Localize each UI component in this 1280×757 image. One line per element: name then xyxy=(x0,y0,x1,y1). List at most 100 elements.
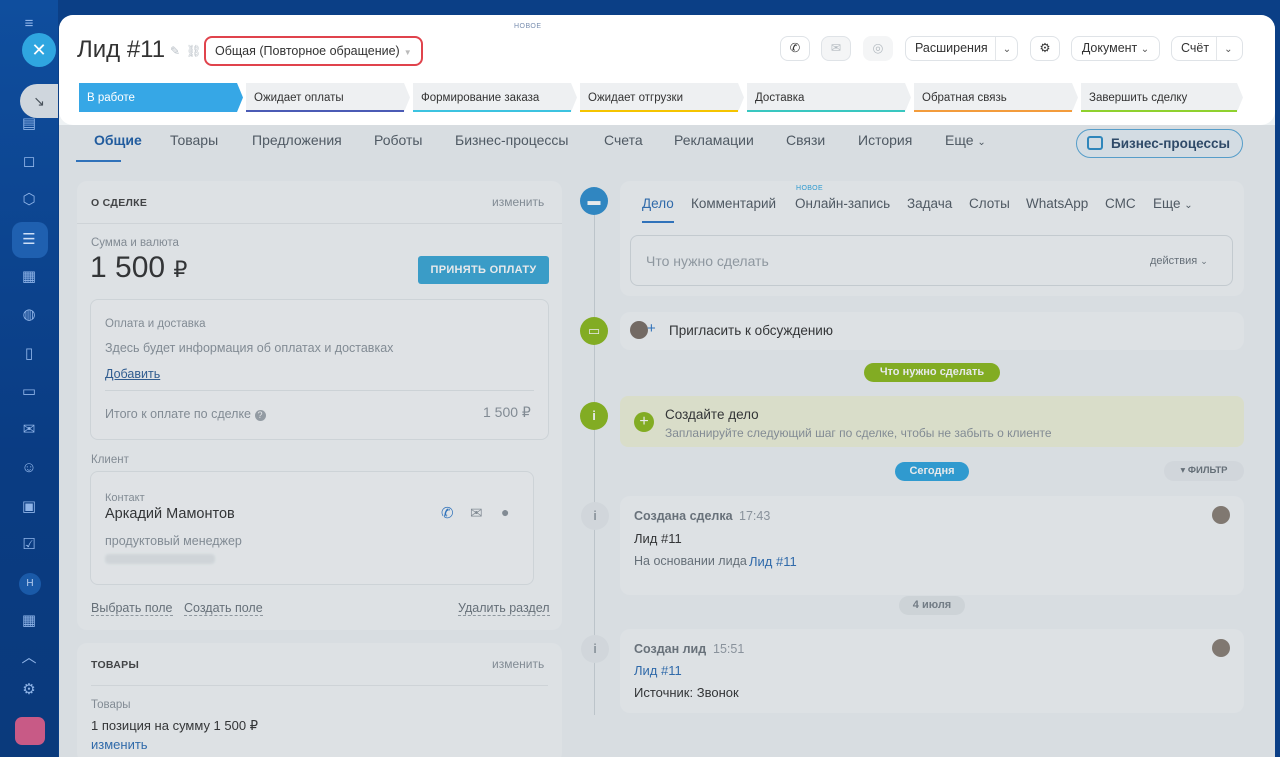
filter-button[interactable]: ▾ ФИЛЬТР xyxy=(1164,461,1244,481)
tab-more[interactable]: Еще ⌄ xyxy=(945,132,986,148)
document-icon[interactable]: ▯ xyxy=(19,344,39,364)
menu-icon[interactable]: ≡ xyxy=(19,14,39,34)
calendar-icon[interactable]: ▦ xyxy=(19,267,39,287)
deal-header: Лид #11 ✎⛓ Общая (Повторное обращение) ▼ … xyxy=(59,15,1275,125)
avatar xyxy=(630,321,648,339)
extensions-button[interactable]: Расширения ⌄ xyxy=(905,36,1018,61)
activity-tab-sms[interactable]: СМС xyxy=(1105,196,1136,211)
chat-button[interactable]: ◎ xyxy=(863,36,893,61)
settings-button[interactable]: ⚙ xyxy=(1030,36,1060,61)
robot-icon[interactable]: ◍ xyxy=(19,305,39,325)
client-label: Клиент xyxy=(91,454,129,466)
delete-section-link[interactable]: Удалить раздел xyxy=(458,601,550,616)
calendar2-icon[interactable]: ▦ xyxy=(19,611,39,631)
tab-history[interactable]: История xyxy=(858,132,912,148)
stage-feedback[interactable]: Обратная связь xyxy=(914,83,1078,112)
activity-tab-slots[interactable]: Слоты xyxy=(969,196,1010,211)
tab-claims[interactable]: Рекламации xyxy=(674,132,754,148)
funnel-icon[interactable]: ☰ xyxy=(19,230,39,250)
info-icon: i xyxy=(581,502,609,530)
email-button[interactable]: ✉ xyxy=(821,36,851,61)
pin-icon[interactable]: ↘ xyxy=(20,84,58,118)
tab-goods[interactable]: Товары xyxy=(170,132,218,148)
tab-offers[interactable]: Предложения xyxy=(252,132,342,148)
user-initial-avatar[interactable]: Н xyxy=(19,573,41,595)
divider xyxy=(91,685,548,686)
author-avatar[interactable] xyxy=(1212,506,1230,524)
divider xyxy=(105,390,534,391)
card-icon[interactable]: ▭ xyxy=(19,382,39,402)
stage-color-bar xyxy=(246,110,404,112)
settings-icon[interactable]: ⚙ xyxy=(19,680,39,700)
chat-icon[interactable]: ● xyxy=(501,504,509,520)
goods-card: ТОВАРЫ изменить Товары 1 позиция на сумм… xyxy=(77,643,562,757)
activity-tab-more[interactable]: Еще ⌄ xyxy=(1153,196,1193,211)
tab-business-processes[interactable]: Бизнес-процессы xyxy=(455,132,568,148)
about-deal-edit-link[interactable]: изменить xyxy=(492,195,544,209)
stage-label: В работе xyxy=(87,92,135,104)
activity-tab-todo[interactable]: Задача xyxy=(907,196,952,211)
stage-color-bar xyxy=(413,110,571,112)
tasks-icon[interactable]: ☑ xyxy=(19,535,39,555)
author-avatar[interactable] xyxy=(1212,639,1230,657)
feed-icon[interactable]: ▤ xyxy=(19,114,39,134)
stage-in-progress[interactable]: В работе xyxy=(79,83,243,112)
chat-icon[interactable]: ◻ xyxy=(19,152,39,172)
collapse-icon[interactable]: ︿ xyxy=(19,648,39,668)
mail-icon[interactable]: ✉ xyxy=(470,504,483,522)
hex-icon[interactable]: ⬡ xyxy=(19,190,39,210)
document-button[interactable]: Документ ⌄ xyxy=(1071,36,1160,61)
call-button[interactable]: ✆ xyxy=(780,36,810,61)
stage-awaiting-payment[interactable]: Ожидает оплаты xyxy=(246,83,410,112)
tab-invoices[interactable]: Счета xyxy=(604,132,643,148)
accept-payment-button[interactable]: ПРИНЯТЬ ОПЛАТУ xyxy=(418,256,549,284)
activity-tab-task[interactable]: Дело xyxy=(642,196,674,211)
blurred-phone xyxy=(105,554,215,564)
activity-tab-whatsapp[interactable]: WhatsApp xyxy=(1026,196,1088,211)
add-icon[interactable]: + xyxy=(634,412,654,432)
create-task-title[interactable]: Создайте дело xyxy=(665,407,759,422)
invite-discussion[interactable]: + Пригласить к обсуждению xyxy=(620,312,1244,350)
stage-color-bar xyxy=(914,110,1072,112)
event-lead-link[interactable]: Лид #11 xyxy=(634,663,682,678)
total-label: Итого к оплате по сделке ? xyxy=(105,407,266,421)
close-slider-button[interactable]: ✕ xyxy=(22,33,56,67)
chat-bubble-icon: ▭ xyxy=(580,317,608,345)
edit-icon[interactable]: ✎ xyxy=(170,44,186,58)
stage-order-forming[interactable]: Формирование заказа xyxy=(413,83,577,112)
invoice-button[interactable]: Счёт ⌄ xyxy=(1171,36,1243,61)
contact-name[interactable]: Аркадий Мамонтов xyxy=(105,506,235,522)
tab-general[interactable]: Общие xyxy=(94,132,142,148)
tab-more-label: Еще xyxy=(945,132,974,148)
activity-tab-comment[interactable]: Комментарий xyxy=(691,196,776,211)
event-basis-link[interactable]: Лид #11 xyxy=(749,554,797,569)
business-processes-button[interactable]: Бизнес-процессы xyxy=(1076,129,1243,158)
add-payment-link[interactable]: Добавить xyxy=(105,367,160,381)
app-icon[interactable] xyxy=(15,717,45,745)
event-basis: На основании лида xyxy=(634,554,747,568)
actions-dropdown[interactable]: действия ⌄ xyxy=(1150,255,1208,267)
stage-finish-deal[interactable]: Завершить сделку xyxy=(1081,83,1243,112)
tab-robots[interactable]: Роботы xyxy=(374,132,422,148)
tab-links[interactable]: Связи xyxy=(786,132,825,148)
event-deal-name: Лид #11 xyxy=(634,531,682,546)
event-time: 15:51 xyxy=(713,642,745,656)
presentation-icon[interactable]: ▣ xyxy=(19,497,39,517)
stage-label: Формирование заказа xyxy=(421,92,540,104)
help-icon[interactable]: ? xyxy=(254,410,266,421)
category-label: Общая (Повторное обращение) xyxy=(215,44,400,58)
mail-icon[interactable]: ✉ xyxy=(19,420,39,440)
choose-field-link[interactable]: Выбрать поле xyxy=(91,601,173,616)
stage-awaiting-shipment[interactable]: Ожидает отгрузки xyxy=(580,83,744,112)
page-title: Лид #11 xyxy=(77,36,166,63)
category-selector[interactable]: Общая (Повторное обращение) ▼ xyxy=(204,36,423,66)
activity-tab-booking[interactable]: Онлайн-запись xyxy=(795,196,890,211)
contact-label: Контакт xyxy=(105,492,145,504)
contacts-icon[interactable]: ☺ xyxy=(19,458,39,478)
goods-edit-link[interactable]: изменить xyxy=(492,657,544,671)
create-field-link[interactable]: Создать поле xyxy=(184,601,263,616)
todo-input[interactable]: Что нужно сделать действия ⌄ xyxy=(630,235,1233,286)
phone-icon[interactable]: ✆ xyxy=(441,504,454,522)
goods-edit-link-2[interactable]: изменить xyxy=(91,737,148,752)
stage-delivery[interactable]: Доставка xyxy=(747,83,911,112)
